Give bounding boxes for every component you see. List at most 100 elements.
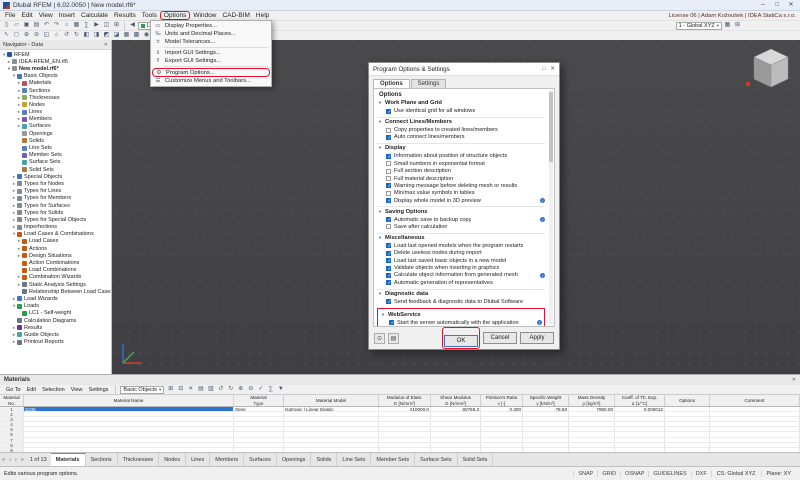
- thermal-coeff-cell[interactable]: [615, 443, 665, 447]
- menu-item[interactable]: Options: [160, 11, 190, 20]
- specific-weight-cell[interactable]: 78.50: [523, 407, 569, 411]
- material-model-cell[interactable]: [284, 432, 379, 436]
- last-table-button[interactable]: »: [19, 457, 26, 463]
- poisson-ratio-cell[interactable]: [481, 422, 523, 426]
- option-row[interactable]: Delete useless nodes during import i: [377, 250, 545, 257]
- info-icon[interactable]: i: [537, 320, 543, 326]
- menu-item[interactable]: Calculate: [78, 11, 111, 20]
- status-toggle[interactable]: OSNAP: [620, 471, 648, 477]
- tree-item[interactable]: ▸ Imperfections: [0, 224, 111, 231]
- tree-item[interactable]: Surface Sets: [0, 159, 111, 166]
- option-row[interactable]: Full section description i: [377, 167, 545, 174]
- delete-all-icon[interactable]: ✕: [186, 385, 195, 394]
- shear-modulus-cell[interactable]: 80769.2: [431, 407, 481, 411]
- info-icon[interactable]: i: [540, 273, 546, 279]
- zoom-out-icon[interactable]: ⊖: [246, 385, 255, 394]
- tree-item[interactable]: ▾ RFEM: [0, 51, 111, 58]
- material-name-cell[interactable]: [24, 438, 234, 442]
- grid-icon[interactable]: ⊞: [112, 21, 121, 30]
- tree-item[interactable]: ▸ Combination Wizards: [0, 274, 111, 281]
- tree-item[interactable]: ▸ Static Analysis Settings: [0, 281, 111, 288]
- options-cell[interactable]: [665, 412, 710, 416]
- material-type-cell[interactable]: [234, 432, 284, 436]
- checkbox[interactable]: [386, 299, 391, 304]
- tab-options[interactable]: Options: [373, 79, 410, 88]
- tree-item[interactable]: ▸ Load Wizards: [0, 295, 111, 302]
- tree-item[interactable]: ▾ New model.rf6*: [0, 65, 111, 72]
- tab-settings[interactable]: Settings: [411, 79, 447, 88]
- scrollbar-thumb[interactable]: [549, 92, 553, 162]
- checkbox[interactable]: [386, 217, 391, 222]
- redo-icon[interactable]: ↻: [226, 385, 235, 394]
- rotate-view-cw-icon[interactable]: ↻: [72, 31, 81, 40]
- tree-item[interactable]: Line Sets: [0, 144, 111, 151]
- specific-weight-cell[interactable]: [523, 412, 569, 416]
- work-plane-icon[interactable]: ▦: [723, 21, 732, 30]
- table-tab[interactable]: Solids: [311, 453, 337, 466]
- undo-icon[interactable]: ↺: [216, 385, 225, 394]
- checkbox[interactable]: [386, 109, 391, 114]
- close-button[interactable]: ✕: [784, 0, 798, 10]
- checkbox[interactable]: [386, 176, 391, 181]
- checkbox[interactable]: [386, 258, 391, 263]
- tree-item[interactable]: Openings: [0, 130, 111, 137]
- checkbox[interactable]: [386, 191, 391, 196]
- table-tab[interactable]: Sections: [86, 453, 118, 466]
- checkbox[interactable]: [386, 183, 391, 188]
- options-cell[interactable]: [665, 432, 710, 436]
- tree-item[interactable]: ▸ Thicknesses: [0, 94, 111, 101]
- dropdown-menu-item[interactable]: [164, 66, 268, 67]
- checkbox[interactable]: [386, 128, 391, 133]
- delete-row-icon[interactable]: ⊟: [176, 385, 185, 394]
- specific-weight-cell[interactable]: [523, 438, 569, 442]
- sum-icon[interactable]: ∑: [266, 385, 275, 394]
- zoom-out-icon[interactable]: ⊖: [32, 31, 41, 40]
- mass-density-cell[interactable]: [569, 417, 615, 421]
- option-row[interactable]: Display whole model in 3D preview i: [377, 197, 545, 204]
- table-menu-item[interactable]: Go To: [3, 387, 24, 393]
- material-type-cell[interactable]: [234, 427, 284, 431]
- panels-icon[interactable]: ◫: [102, 21, 111, 30]
- material-model-cell[interactable]: [284, 427, 379, 431]
- tree-item[interactable]: ▸ Members: [0, 116, 111, 123]
- search-icon[interactable]: ⊙: [374, 333, 385, 344]
- shear-modulus-cell[interactable]: [431, 422, 481, 426]
- dropdown-menu-item[interactable]: ‰ Units and Decimal Places...: [152, 30, 270, 38]
- table-tab[interactable]: Openings: [277, 453, 312, 466]
- material-model-cell[interactable]: [284, 443, 379, 447]
- options-cell[interactable]: [665, 422, 710, 426]
- table-tab[interactable]: Line Sets: [337, 453, 371, 466]
- menu-item[interactable]: Edit: [18, 11, 35, 20]
- checkbox[interactable]: [386, 280, 391, 285]
- material-type-cell[interactable]: [234, 422, 284, 426]
- option-row[interactable]: Validate objects when inserting in graph…: [377, 264, 545, 271]
- snap-grid-icon[interactable]: ⊞: [733, 21, 742, 30]
- modulus-cell[interactable]: [379, 438, 431, 442]
- work-plane-status[interactable]: Plane: XY: [761, 471, 796, 477]
- insert-row-icon[interactable]: ⊞: [166, 385, 175, 394]
- tree-item[interactable]: ▸ Sections: [0, 87, 111, 94]
- material-type-cell[interactable]: [234, 417, 284, 421]
- checkbox[interactable]: [386, 198, 391, 203]
- mass-density-cell[interactable]: [569, 438, 615, 442]
- solid-render-icon[interactable]: ▩: [132, 31, 141, 40]
- table-tab[interactable]: Materials: [51, 453, 86, 466]
- tree-item[interactable]: ▸ Types for Lines: [0, 188, 111, 195]
- option-row[interactable]: Automatic generation of representatives …: [377, 279, 545, 286]
- specific-weight-cell[interactable]: [523, 422, 569, 426]
- coordinate-system-combo[interactable]: 1 - Global XYZ ▾: [676, 22, 722, 30]
- modulus-cell[interactable]: 210000.0: [379, 407, 431, 411]
- option-row[interactable]: Calculate object information from genera…: [377, 272, 545, 279]
- comment-cell[interactable]: [710, 407, 800, 411]
- options-cell[interactable]: [665, 417, 710, 421]
- material-type-cell[interactable]: Steel: [234, 407, 284, 411]
- new-model-icon[interactable]: ▯: [2, 21, 11, 30]
- status-toggle[interactable]: DXF: [691, 471, 711, 477]
- poisson-ratio-cell[interactable]: 0.300: [481, 407, 523, 411]
- checkbox[interactable]: [386, 169, 391, 174]
- dialog-maximize-button[interactable]: □: [542, 66, 545, 72]
- checkbox[interactable]: [386, 273, 391, 278]
- material-type-cell[interactable]: [234, 412, 284, 416]
- material-name-cell[interactable]: S235: [24, 407, 234, 411]
- coordinate-system-status[interactable]: CS: Global XYZ: [711, 471, 761, 477]
